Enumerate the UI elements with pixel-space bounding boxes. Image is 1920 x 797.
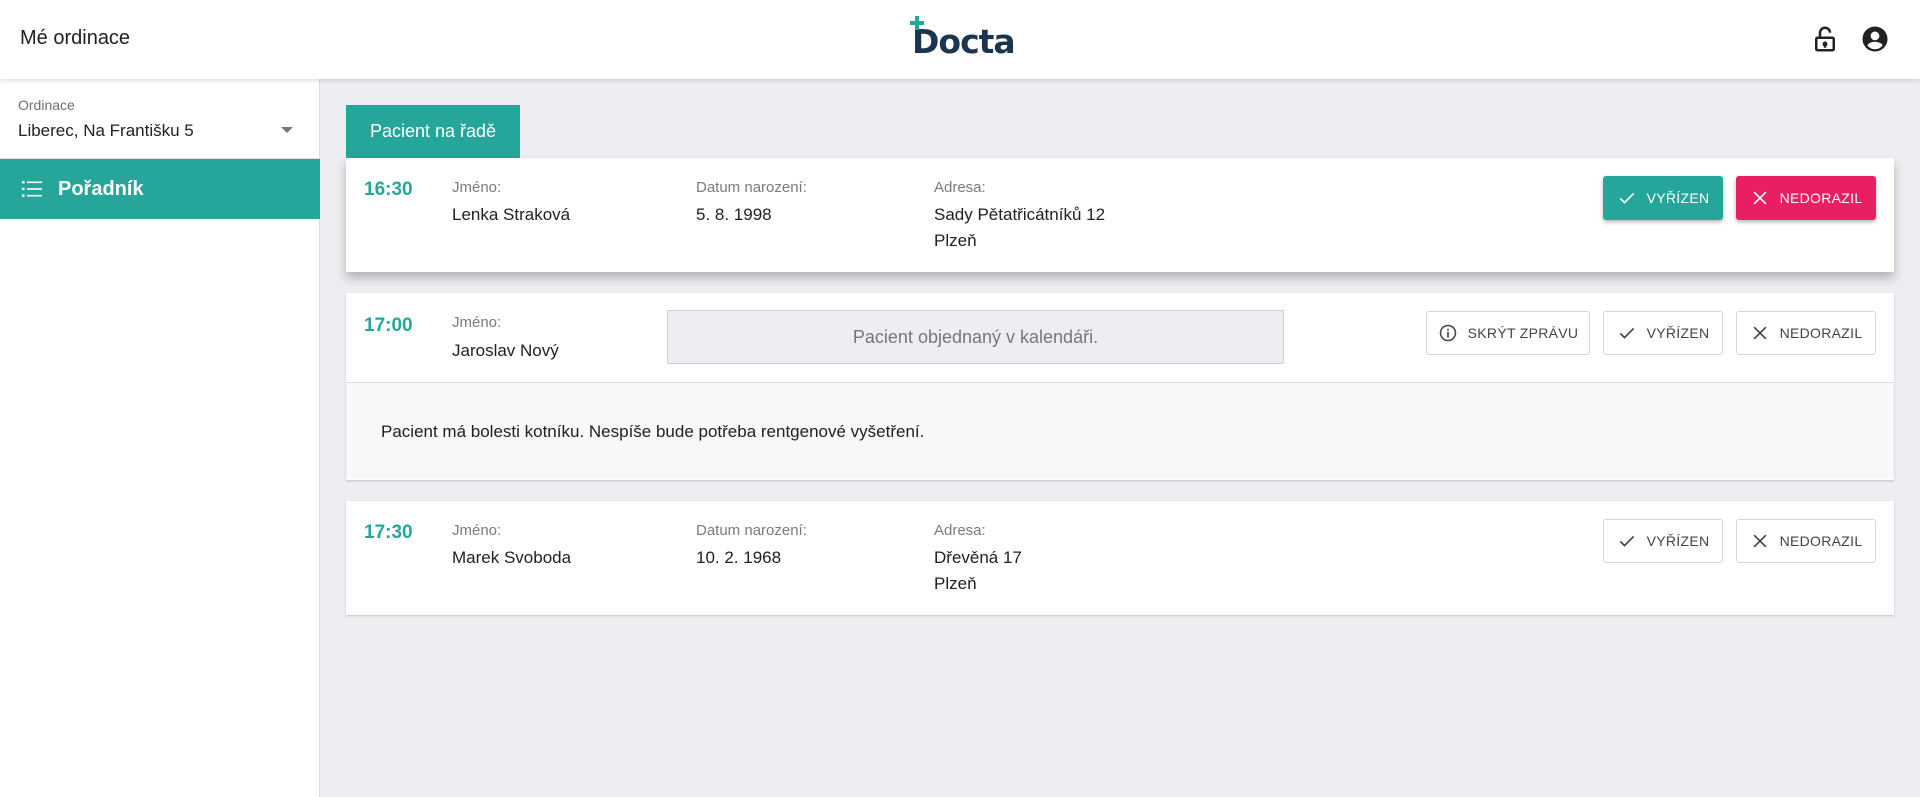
address-line-1: Sady Pětatřicátníků 12 — [934, 205, 1106, 224]
no-show-button-label: NEDORAZIL — [1779, 190, 1863, 206]
check-icon — [1619, 535, 1634, 547]
check-icon — [1619, 192, 1634, 204]
name-label: Jméno: — [452, 314, 502, 331]
clinic-select[interactable]: Ordinace Liberec, Na Františku 5 — [0, 79, 319, 159]
done-button-label: VYŘÍZEN — [1646, 533, 1710, 549]
dropdown-arrow-icon — [281, 127, 293, 133]
address-label: Adresa: — [934, 522, 986, 539]
account-icon[interactable] — [1860, 23, 1890, 55]
done-button[interactable]: VYŘÍZEN — [1603, 311, 1723, 355]
check-icon — [1619, 327, 1634, 339]
no-show-button-label: NEDORAZIL — [1779, 533, 1863, 549]
no-show-button-label: NEDORAZIL — [1779, 325, 1863, 341]
message-panel: Pacient má bolesti kotníku. Nespíše bude… — [346, 382, 1894, 479]
tab-patient-in-queue[interactable]: Pacient na řadě — [346, 105, 520, 158]
app-header: Mé ordinace Docta — [0, 0, 1920, 79]
name-label: Jméno: — [452, 179, 502, 196]
clinic-select-label: Ordinace — [18, 97, 75, 113]
app-title: Mé ordinace — [20, 27, 131, 49]
patient-name: Jaroslav Nový — [452, 341, 559, 360]
dob-label: Datum narození: — [696, 522, 807, 539]
appointment-card: 16:30 Jméno: Lenka Straková Datum naroze… — [346, 158, 1894, 272]
hide-message-button-label: SKRÝT ZPRÁVU — [1467, 325, 1579, 341]
logo-plus-icon — [910, 16, 924, 30]
docta-logo: Docta — [910, 16, 1016, 61]
no-show-button[interactable]: NEDORAZIL — [1736, 519, 1876, 563]
list-icon — [22, 181, 42, 197]
appointment-card: 17:30 Jméno: Marek Svoboda Datum narozen… — [346, 501, 1894, 615]
appointment-note: Pacient objednaný v kalendáři. — [667, 310, 1284, 364]
patient-dob: 10. 2. 1968 — [696, 548, 782, 567]
sidebar-item-poradnik[interactable]: Pořadník — [0, 159, 320, 219]
no-show-button[interactable]: NEDORAZIL — [1736, 311, 1876, 355]
done-button-label: VYŘÍZEN — [1646, 325, 1710, 341]
appointment-time: 17:30 — [364, 522, 413, 543]
appointment-time: 17:00 — [364, 315, 413, 336]
dob-label: Datum narození: — [696, 179, 807, 196]
name-label: Jméno: — [452, 522, 502, 539]
sidebar-item-label: Pořadník — [58, 177, 144, 200]
sidebar: Ordinace Liberec, Na Františku 5 Pořadní… — [0, 79, 320, 797]
done-button-label: VYŘÍZEN — [1646, 190, 1710, 206]
patient-dob: 5. 8. 1998 — [696, 205, 772, 224]
appointment-time: 16:30 — [364, 179, 413, 200]
address-line-2: Plzeň — [934, 231, 977, 250]
address-label: Adresa: — [934, 179, 986, 196]
patient-name: Marek Svoboda — [452, 548, 572, 567]
close-icon — [1753, 534, 1767, 548]
done-button[interactable]: VYŘÍZEN — [1603, 519, 1723, 563]
no-show-button[interactable]: NEDORAZIL — [1736, 176, 1876, 220]
close-icon — [1753, 326, 1767, 340]
address-line-2: Plzeň — [934, 574, 977, 593]
appointment-card: 17:00 Jméno: Jaroslav Nový Pacient objed… — [346, 293, 1894, 480]
info-icon — [1439, 324, 1456, 342]
logo-text: Docta — [912, 22, 1016, 61]
close-icon — [1753, 191, 1767, 205]
address-line-1: Dřevěná 17 — [934, 548, 1022, 567]
clinic-select-value: Liberec, Na Františku 5 — [18, 121, 194, 140]
patient-name: Lenka Straková — [452, 205, 571, 224]
done-button[interactable]: VYŘÍZEN — [1603, 176, 1723, 220]
hide-message-button[interactable]: SKRÝT ZPRÁVU — [1426, 311, 1590, 355]
message-text: Pacient má bolesti kotníku. Nespíše bude… — [381, 422, 925, 441]
lock-icon[interactable] — [1810, 23, 1840, 55]
